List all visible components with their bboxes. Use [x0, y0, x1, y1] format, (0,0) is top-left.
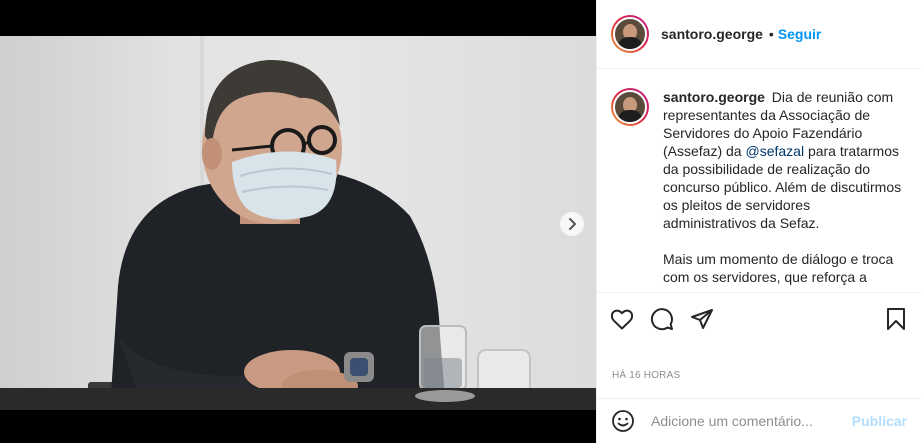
paper-plane-icon	[691, 308, 713, 329]
like-button[interactable]	[609, 306, 635, 332]
smiley-icon	[612, 410, 634, 432]
publish-button[interactable]: Publicar	[852, 413, 907, 429]
comment-icon	[651, 307, 673, 330]
post-header: santoro.george • Seguir	[597, 0, 921, 69]
comment-bar: Publicar	[597, 398, 921, 443]
heart-icon	[610, 309, 634, 329]
comment-input[interactable]	[651, 413, 851, 429]
avatar[interactable]	[611, 15, 649, 53]
caption-avatar-image	[613, 90, 647, 124]
chevron-right-icon	[569, 218, 576, 230]
action-bar	[597, 292, 921, 344]
separator-dot: •	[768, 26, 774, 42]
avatar-image	[613, 17, 647, 51]
caption-text: santoro.george Dia de reunião com repres…	[663, 88, 907, 292]
follow-button[interactable]: Seguir	[778, 26, 822, 42]
post-photo[interactable]	[0, 36, 596, 410]
emoji-button[interactable]	[611, 409, 635, 433]
photo-illustration	[0, 59, 596, 410]
post-sidebar: santoro.george • Seguir santoro.george D…	[596, 0, 921, 443]
mention-link[interactable]: @sefazal	[745, 143, 804, 159]
caption-section: santoro.george Dia de reunião com repres…	[597, 70, 921, 292]
share-button[interactable]	[689, 306, 715, 332]
post-timestamp[interactable]: HÁ 16 HORAS	[612, 370, 680, 381]
caption-paragraph-2: Mais um momento de diálogo e troca com o…	[663, 251, 894, 285]
header-username[interactable]: santoro.george	[661, 26, 763, 42]
caption-avatar[interactable]	[611, 88, 649, 126]
bookmark-icon	[887, 307, 905, 330]
post-media	[0, 0, 596, 443]
comment-button[interactable]	[649, 306, 675, 332]
save-button[interactable]	[883, 306, 909, 332]
next-photo-button[interactable]	[560, 212, 584, 236]
caption-username[interactable]: santoro.george	[663, 89, 765, 105]
